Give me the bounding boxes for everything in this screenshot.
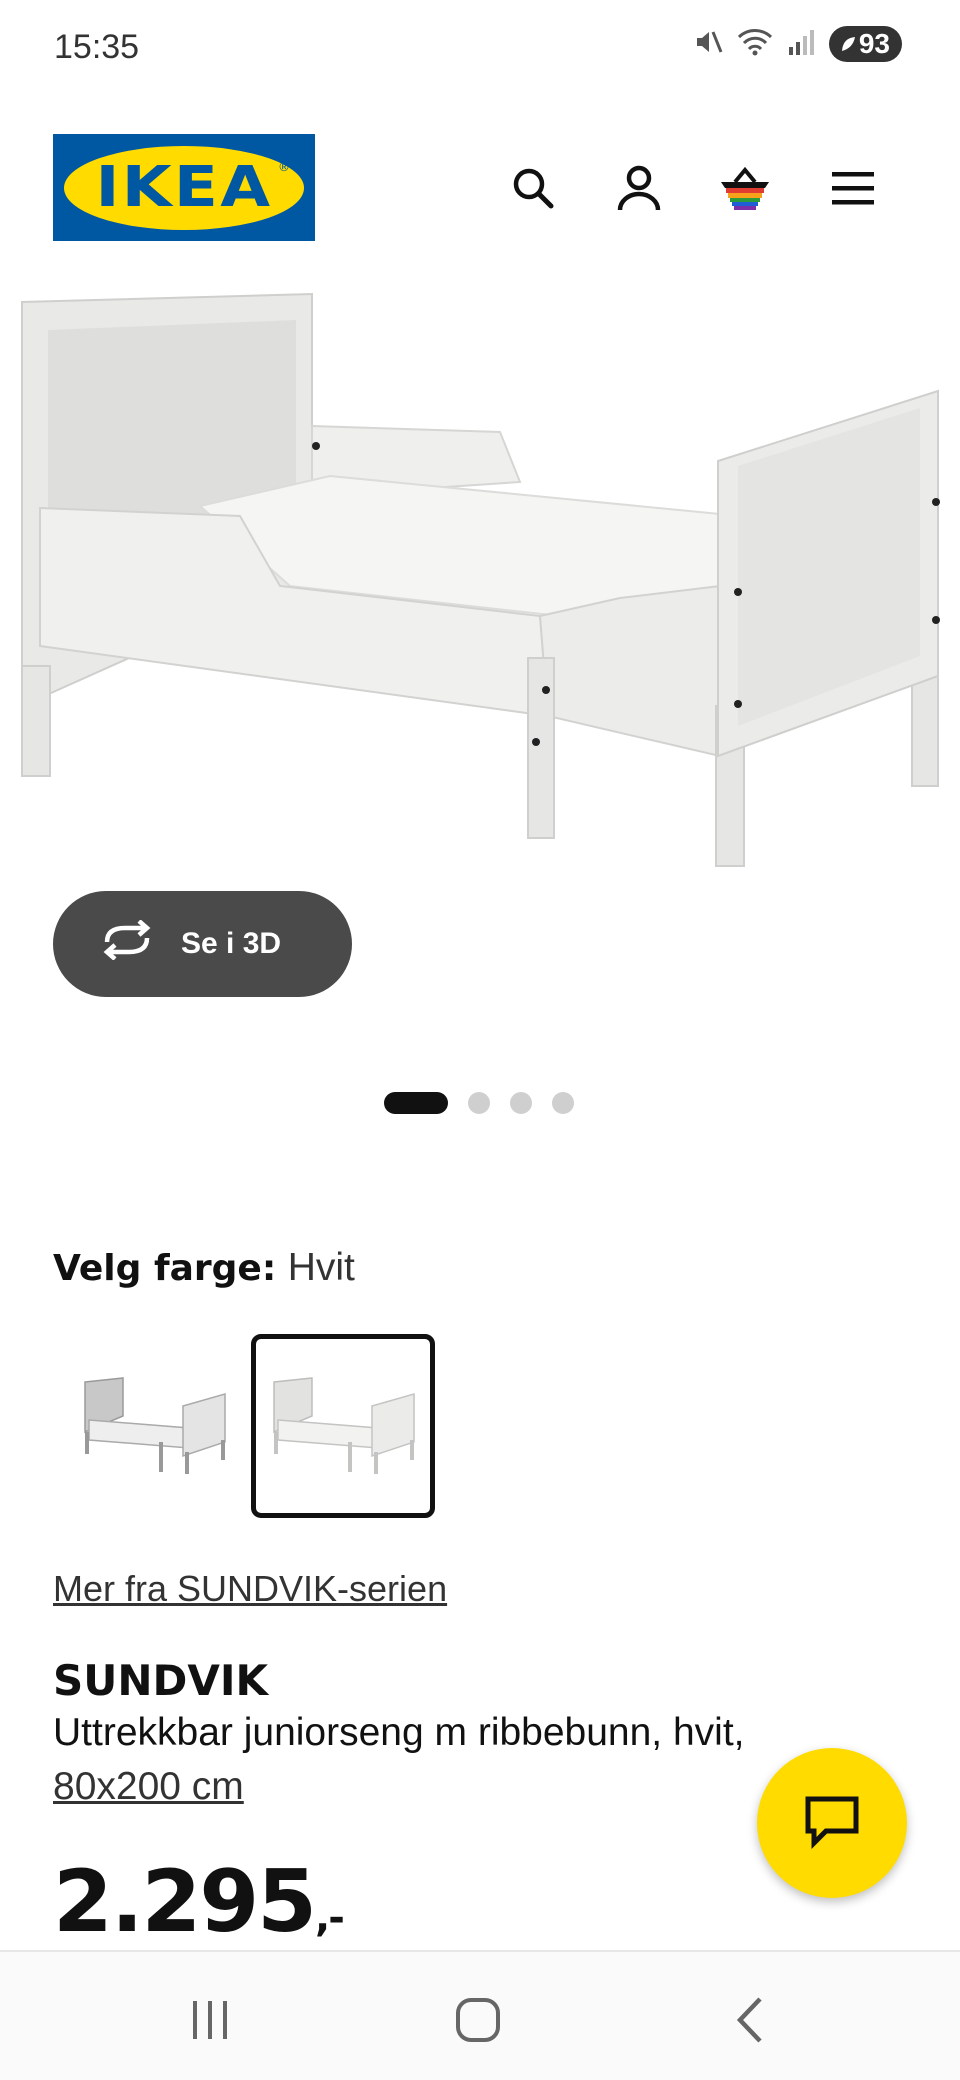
color-selector-label: Velg farge: Hvit bbox=[53, 1246, 355, 1290]
carousel-indicator bbox=[384, 1092, 574, 1114]
carousel-dot[interactable] bbox=[510, 1092, 532, 1114]
chat-button[interactable] bbox=[757, 1748, 907, 1898]
status-time: 15:35 bbox=[54, 28, 140, 66]
logo-text: IKEA bbox=[95, 155, 273, 220]
battery-icon: 93 bbox=[828, 26, 902, 62]
logo-oval: IKEA ® bbox=[64, 145, 304, 230]
status-icons: 93 bbox=[693, 26, 902, 62]
product-price: 2.295,- bbox=[53, 1852, 345, 1952]
carousel-dot-active[interactable] bbox=[384, 1092, 448, 1114]
chat-icon bbox=[802, 1793, 862, 1853]
search-icon[interactable] bbox=[505, 160, 561, 216]
view-3d-label: Se i 3D bbox=[181, 927, 282, 960]
profile-icon[interactable] bbox=[611, 160, 667, 216]
color-selected-value: Hvit bbox=[287, 1246, 355, 1289]
carousel-dot[interactable] bbox=[552, 1092, 574, 1114]
price-suffix: ,- bbox=[315, 1895, 345, 1941]
series-link[interactable]: Mer fra SUNDVIK-serien bbox=[53, 1568, 447, 1610]
product-name: SUNDVIK bbox=[53, 1656, 269, 1705]
product-image[interactable] bbox=[0, 286, 960, 896]
menu-icon[interactable] bbox=[825, 160, 881, 216]
carousel-dot[interactable] bbox=[468, 1092, 490, 1114]
battery-level: 93 bbox=[858, 28, 890, 59]
product-measurement-link[interactable]: 80x200 cm bbox=[53, 1765, 244, 1808]
logo-registered-mark: ® bbox=[278, 159, 290, 174]
ikea-logo[interactable]: IKEA ® bbox=[53, 134, 315, 241]
mute-icon bbox=[693, 27, 723, 61]
system-nav-bar bbox=[0, 1950, 960, 2080]
product-description-text: Uttrekkbar juniorseng m ribbebunn, hvit, bbox=[53, 1711, 745, 1754]
site-header: IKEA ® bbox=[0, 134, 960, 242]
status-bar: 15:35 93 bbox=[0, 0, 960, 96]
view-3d-button[interactable]: Se i 3D bbox=[53, 891, 352, 997]
color-label-title: Velg farge: bbox=[53, 1248, 277, 1289]
signal-icon bbox=[787, 27, 815, 61]
basket-icon[interactable] bbox=[717, 160, 773, 216]
recent-apps-icon[interactable] bbox=[180, 1990, 240, 2050]
price-value: 2.295 bbox=[53, 1852, 317, 1952]
color-swatch-grey-white[interactable] bbox=[62, 1334, 246, 1518]
rotate-3d-icon bbox=[99, 919, 155, 968]
back-icon[interactable] bbox=[720, 1990, 780, 2050]
home-icon[interactable] bbox=[448, 1990, 508, 2050]
color-swatch-white[interactable] bbox=[251, 1334, 435, 1518]
wifi-icon bbox=[737, 27, 773, 61]
